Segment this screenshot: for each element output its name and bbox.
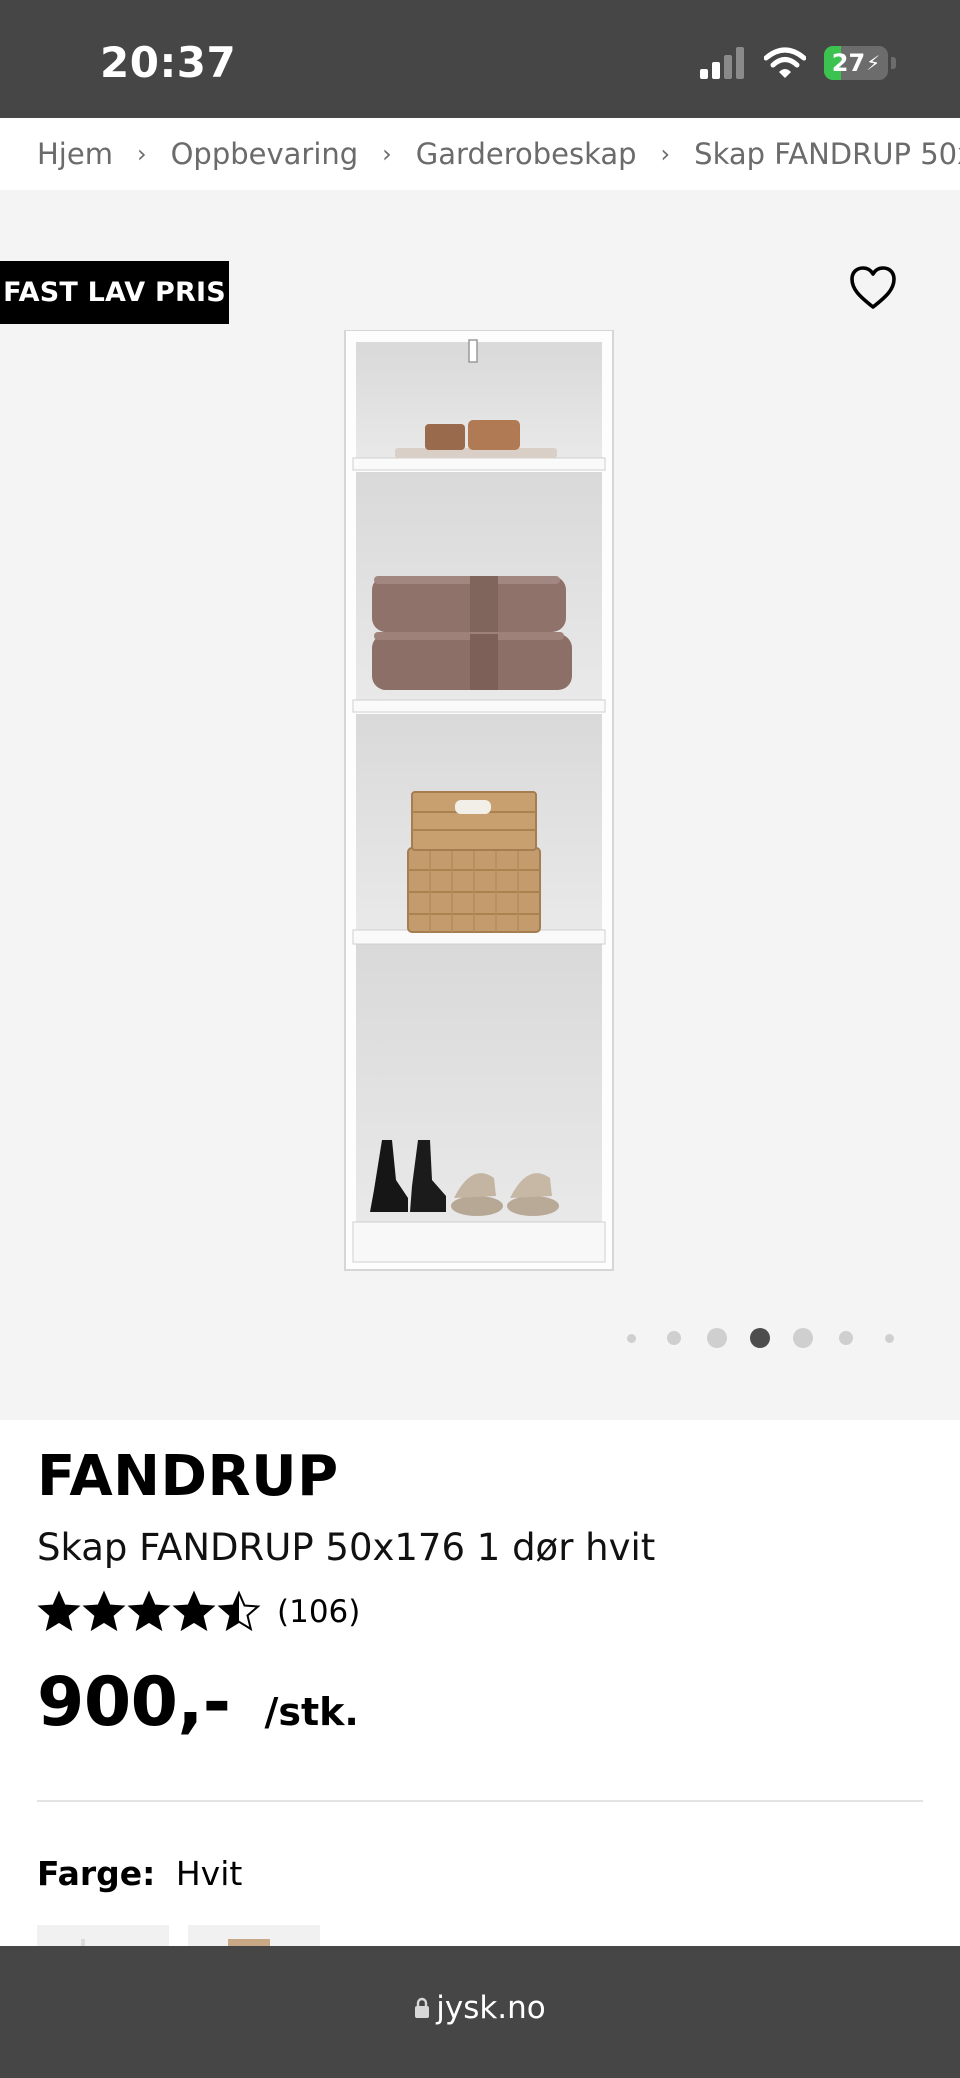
status-icons: 27 ⚡ bbox=[700, 44, 896, 82]
gallery-pagination[interactable] bbox=[0, 1326, 960, 1350]
url-text[interactable]: jysk.no bbox=[436, 1990, 546, 2026]
battery-tip bbox=[891, 57, 896, 69]
product-price: 900,- bbox=[37, 1663, 231, 1742]
price-unit: /stk. bbox=[264, 1690, 359, 1734]
pagination-dot-active[interactable] bbox=[750, 1328, 770, 1348]
star-full-icon bbox=[127, 1590, 171, 1632]
star-full-icon bbox=[37, 1590, 81, 1632]
breadcrumb-current-product[interactable]: Skap FANDRUP 50x bbox=[694, 137, 960, 171]
charging-bolt-icon: ⚡ bbox=[866, 51, 881, 75]
color-label: Farge: bbox=[37, 1854, 156, 1893]
star-half-icon bbox=[217, 1590, 261, 1632]
breadcrumb-wardrobes[interactable]: Garderobeskap bbox=[416, 137, 637, 171]
battery-indicator: 27 ⚡ bbox=[824, 46, 888, 80]
product-brand: FANDRUP bbox=[37, 1444, 339, 1509]
star-full-icon bbox=[82, 1590, 126, 1632]
heart-icon[interactable] bbox=[849, 265, 897, 311]
price-row: 900,- /stk. bbox=[37, 1663, 359, 1742]
product-name: Skap FANDRUP 50x176 1 dør hvit bbox=[37, 1526, 656, 1569]
pagination-dot[interactable] bbox=[707, 1328, 727, 1348]
product-image bbox=[344, 330, 614, 1271]
star-full-icon bbox=[172, 1590, 216, 1632]
signal-icon bbox=[700, 47, 744, 79]
breadcrumb-home[interactable]: Hjem bbox=[37, 137, 113, 171]
pagination-dot[interactable] bbox=[667, 1331, 681, 1345]
product-gallery[interactable]: FAST LAV PRIS bbox=[0, 190, 960, 1420]
review-count[interactable]: (106) bbox=[277, 1594, 360, 1630]
status-time: 20:37 bbox=[100, 38, 237, 87]
pagination-dot[interactable] bbox=[884, 1333, 894, 1343]
pagination-dot[interactable] bbox=[839, 1331, 853, 1345]
product-rating[interactable]: (106) bbox=[37, 1588, 360, 1636]
breadcrumb-storage[interactable]: Oppbevaring bbox=[171, 137, 359, 171]
breadcrumb: Hjem › Oppbevaring › Garderobeskap › Ska… bbox=[0, 118, 960, 190]
pagination-dot[interactable] bbox=[793, 1328, 813, 1348]
lock-icon bbox=[415, 1997, 430, 2018]
wifi-icon bbox=[764, 47, 806, 78]
price-badge: FAST LAV PRIS bbox=[0, 261, 229, 324]
battery-percent: 27 bbox=[831, 49, 866, 77]
chevron-right-icon: › bbox=[136, 140, 147, 168]
divider bbox=[37, 1800, 923, 1802]
rating-stars bbox=[37, 1590, 261, 1634]
color-selection: Farge: Hvit bbox=[37, 1854, 242, 1893]
chevron-right-icon: › bbox=[660, 140, 671, 168]
browser-address-bar[interactable]: jysk.no bbox=[0, 1946, 960, 2078]
pagination-dot[interactable] bbox=[626, 1333, 636, 1343]
status-bar: 20:37 27 ⚡ bbox=[0, 0, 960, 118]
color-value: Hvit bbox=[175, 1854, 243, 1893]
chevron-right-icon: › bbox=[382, 140, 392, 168]
